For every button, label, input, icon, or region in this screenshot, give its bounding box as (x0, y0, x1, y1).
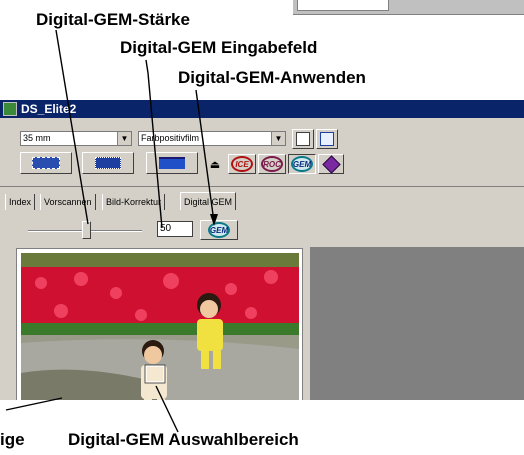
title-bar: DS_Elite2 (0, 100, 524, 118)
gem-strength-input[interactable]: 50 (157, 221, 193, 237)
ice-icon: ICE (231, 156, 253, 172)
gem-apply-button[interactable]: GEM (200, 220, 238, 240)
eraser-icon (321, 154, 341, 174)
gem-apply-icon: GEM (208, 222, 230, 238)
tab-index[interactable]: Index (5, 194, 36, 210)
chevron-down-icon[interactable]: ▼ (117, 132, 131, 145)
prescan-button[interactable] (82, 152, 134, 174)
preview-image[interactable] (21, 253, 299, 420)
gem-toggle-button[interactable]: GEM (288, 154, 316, 174)
background-window-strip (293, 0, 524, 15)
chevron-down-icon[interactable]: ▼ (271, 132, 285, 145)
monitor-icon (320, 132, 334, 146)
monitor-button[interactable] (316, 129, 338, 149)
film-type-value: Farbpositivfilm (141, 133, 200, 143)
film-format-select[interactable]: 35 mm ▼ (20, 131, 132, 146)
window-title: DS_Elite2 (21, 102, 77, 116)
tab-image-correction[interactable]: Bild-Korrektur (102, 194, 166, 210)
scan-button[interactable] (146, 152, 198, 174)
tab-prescan[interactable]: Vorscannen (40, 194, 96, 210)
callout-gem-selection: Digital-GEM Auswahlbereich (68, 430, 299, 449)
gem-icon: GEM (291, 156, 313, 172)
toolbar-area: 35 mm ▼ Farbpositivfilm ▼ ⏏ ICE ROC GEM (0, 118, 524, 187)
callout-gem-apply: Digital-GEM-Anwenden (178, 68, 366, 87)
film-strip-icon (32, 157, 60, 169)
app-icon (3, 102, 17, 116)
tab-bar: Index Vorscannen Bild-Korrektur Digital … (0, 192, 524, 212)
film-format-value: 35 mm (23, 133, 51, 143)
callout-left-cut: ige (0, 430, 25, 449)
callout-gem-strength: Digital-GEM-Stärke (36, 10, 190, 29)
eject-button[interactable]: ⏏ (208, 156, 222, 172)
roc-button[interactable]: ROC (258, 154, 286, 174)
settings-button[interactable] (292, 129, 314, 149)
document-icon (296, 132, 310, 146)
ice-button[interactable]: ICE (228, 154, 256, 174)
roc-icon: ROC (261, 156, 283, 172)
image-panel-background (310, 247, 524, 420)
eject-icon: ⏏ (209, 158, 221, 171)
scan-icon (159, 157, 185, 169)
tab-digital-gem[interactable]: Digital GEM (180, 192, 237, 210)
index-scan-button[interactable] (20, 152, 72, 174)
photo-illustration (21, 253, 299, 420)
prescan-icon (95, 157, 121, 169)
callout-gem-input-field: Digital-GEM Eingabefeld (120, 38, 318, 57)
eraser-button[interactable] (318, 154, 344, 174)
film-type-select[interactable]: Farbpositivfilm ▼ (138, 131, 286, 146)
gem-strength-slider-thumb[interactable] (82, 221, 91, 239)
